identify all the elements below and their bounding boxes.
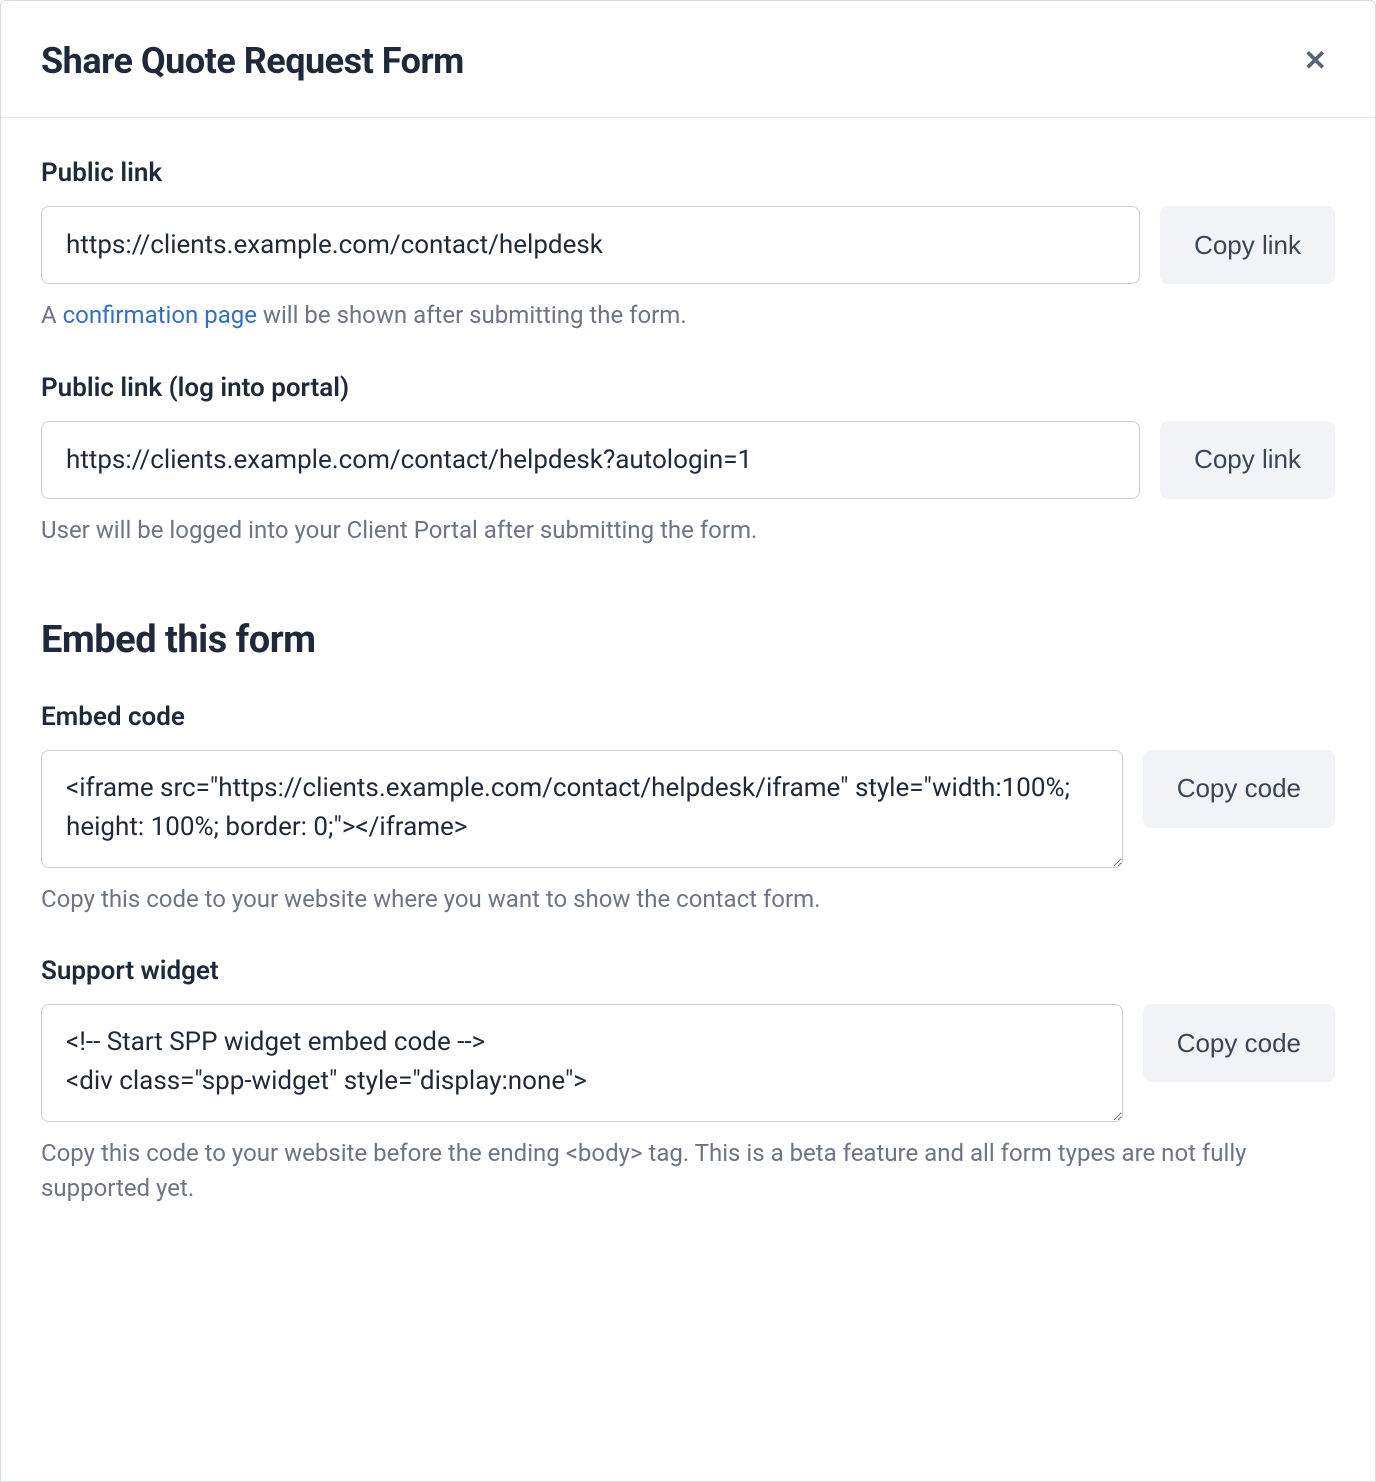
support-widget-help: Copy this code to your website before th… [41,1136,1335,1206]
embed-code-row: Copy code [41,750,1335,868]
public-link-login-group: Public link (log into portal) Copy link … [41,373,1335,548]
copy-public-link-button[interactable]: Copy link [1160,206,1335,284]
embed-code-label: Embed code [41,702,1335,732]
embed-code-group: Embed code Copy code Copy this code to y… [41,702,1335,917]
public-link-group: Public link Copy link A confirmation pag… [41,158,1335,333]
public-link-label: Public link [41,158,1335,188]
public-link-login-input[interactable] [41,421,1140,499]
public-link-input[interactable] [41,206,1140,284]
copy-support-widget-button[interactable]: Copy code [1143,1004,1335,1082]
support-widget-textarea[interactable] [41,1004,1123,1122]
support-widget-label: Support widget [41,956,1335,986]
share-form-modal: Share Quote Request Form ✕ Public link C… [0,0,1376,1482]
embed-code-help: Copy this code to your website where you… [41,882,1335,917]
modal-title: Share Quote Request Form [41,40,464,82]
help-suffix: will be shown after submitting the form. [257,301,687,329]
public-link-login-row: Copy link [41,421,1335,499]
help-prefix: A [41,301,63,329]
public-link-login-help: User will be logged into your Client Por… [41,513,1335,548]
copy-public-link-login-button[interactable]: Copy link [1160,421,1335,499]
support-widget-row: Copy code [41,1004,1335,1122]
support-widget-group: Support widget Copy code Copy this code … [41,956,1335,1206]
close-icon[interactable]: ✕ [1296,39,1335,83]
confirmation-page-link[interactable]: confirmation page [63,301,257,329]
copy-embed-code-button[interactable]: Copy code [1143,750,1335,828]
public-link-login-label: Public link (log into portal) [41,373,1335,403]
embed-section-heading: Embed this form [41,618,1335,662]
embed-code-textarea[interactable] [41,750,1123,868]
modal-header: Share Quote Request Form ✕ [1,1,1375,118]
public-link-row: Copy link [41,206,1335,284]
modal-body: Public link Copy link A confirmation pag… [1,118,1375,1286]
public-link-help: A confirmation page will be shown after … [41,298,1335,333]
